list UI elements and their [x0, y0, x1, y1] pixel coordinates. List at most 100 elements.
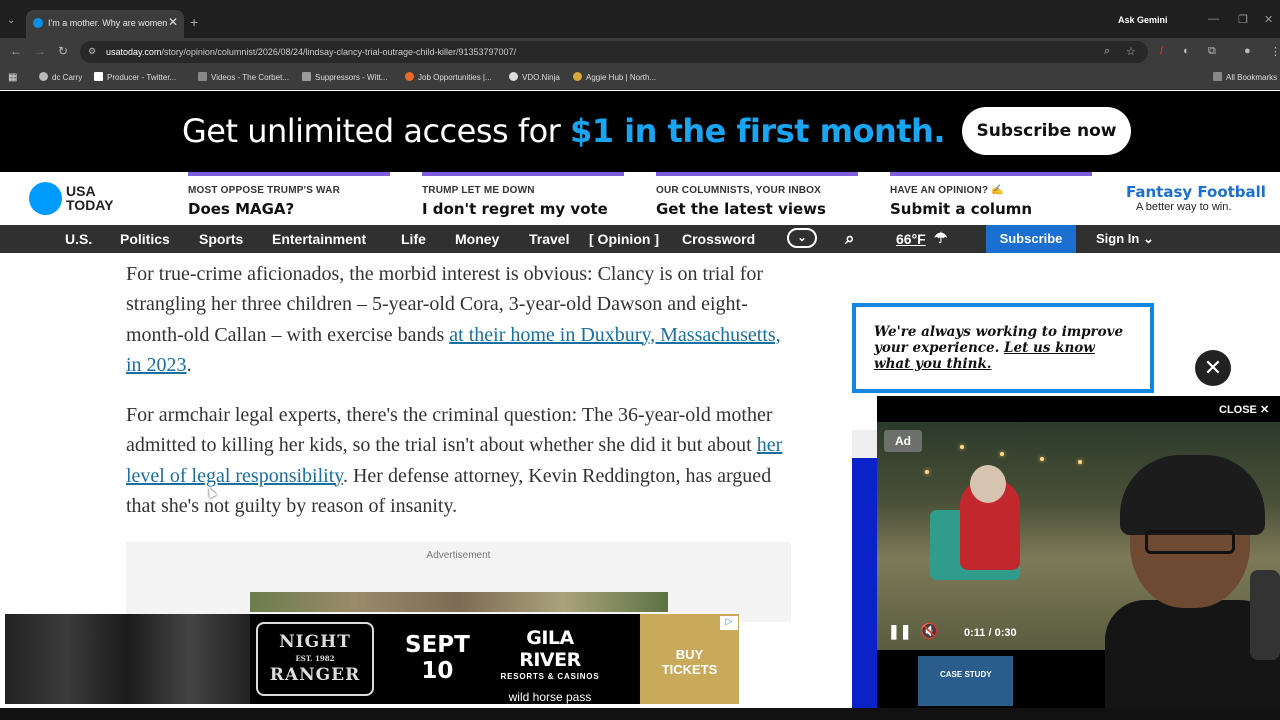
- string-light: [925, 470, 929, 474]
- case-study-label: CASE STUDY: [940, 670, 992, 679]
- new-tab-button[interactable]: +: [190, 14, 198, 30]
- folder-icon: [1213, 72, 1222, 81]
- string-light: [1040, 457, 1044, 461]
- promo-headline: Submit a column: [890, 200, 1033, 218]
- tab-search-icon[interactable]: ⌄: [7, 15, 15, 26]
- sign-in-button[interactable]: Sign In ⌄: [1096, 231, 1154, 247]
- tab-title: I'm a mother. Why are women: [48, 18, 168, 28]
- ad-image[interactable]: [250, 592, 668, 612]
- header-promo[interactable]: OUR COLUMNISTS, YOUR INBOX Get the lates…: [656, 172, 858, 218]
- article-paragraph: For armchair legal experts, there's the …: [126, 404, 783, 517]
- favicon-icon: [33, 18, 43, 28]
- subscribe-now-button[interactable]: Subscribe now: [962, 107, 1131, 155]
- bookmark-item[interactable]: Suppressors - Witt...: [302, 72, 387, 82]
- weather-temp[interactable]: 66°F: [896, 231, 926, 247]
- article-paragraph: For true-crime aficionados, the morbid i…: [126, 263, 781, 376]
- ninja-icon: [509, 72, 518, 81]
- rail-ad-edge: [852, 458, 880, 708]
- site-logo[interactable]: USA TODAY: [66, 184, 126, 212]
- promo-eyebrow: TRUMP LET ME DOWN: [422, 185, 535, 196]
- nav-item-crossword[interactable]: Crossword: [682, 231, 755, 247]
- promo-accent-bar: [188, 172, 390, 176]
- x-logo-icon: [94, 72, 103, 81]
- microphone-icon: [1250, 570, 1280, 660]
- ad-label: Advertisement: [426, 550, 491, 561]
- taskbar-edge: [0, 708, 1280, 720]
- suppressor-icon: [302, 72, 311, 81]
- header-promo[interactable]: MOST OPPOSE TRUMP'S WAR Does MAGA?: [188, 172, 390, 218]
- header-promo[interactable]: HAVE AN OPINION? ✍ Submit a column: [890, 172, 1092, 218]
- promo-accent-bar: [656, 172, 858, 176]
- video-person-head: [970, 465, 1006, 503]
- bookmark-item[interactable]: Videos - The Corbet...: [198, 72, 289, 82]
- all-bookmarks[interactable]: All Bookmarks: [1213, 72, 1277, 82]
- case-study-thumbnail[interactable]: [918, 656, 1013, 706]
- chevron-down-icon: ⌄: [1142, 231, 1154, 246]
- bookmark-item[interactable]: dc Carry: [39, 72, 82, 82]
- adchoices-icon[interactable]: ▷: [720, 616, 738, 630]
- nav-item-entertainment[interactable]: Entertainment: [272, 231, 366, 247]
- url-path: /story/opinion/columnist/2026/08/24/lind…: [161, 47, 517, 57]
- mute-icon[interactable]: 🔇: [920, 622, 939, 640]
- nav-item-opinion[interactable]: [ Opinion ]: [589, 231, 659, 247]
- header-promo[interactable]: TRUMP LET ME DOWN I don't regret my vote: [422, 172, 624, 218]
- forward-icon[interactable]: →: [34, 44, 46, 58]
- string-light: [1000, 452, 1004, 456]
- url-text[interactable]: usatoday.com/story/opinion/columnist/202…: [106, 47, 516, 57]
- tab-close-icon[interactable]: ✕: [168, 15, 178, 29]
- fantasy-football-link[interactable]: Fantasy Football: [1126, 183, 1266, 201]
- close-icon[interactable]: ✕: [1195, 350, 1231, 386]
- bookmark-item[interactable]: Aggie Hub | North...: [573, 72, 656, 82]
- extensions-icon[interactable]: ⧉: [1208, 45, 1216, 58]
- maximize-icon[interactable]: ❐: [1238, 13, 1248, 26]
- promo-eyebrow: MOST OPPOSE TRUMP'S WAR: [188, 185, 340, 196]
- bookmark-item[interactable]: VDO.Ninja: [509, 72, 560, 82]
- bookmark-star-icon[interactable]: ☆: [1126, 45, 1136, 58]
- promo-headline: Does MAGA?: [188, 200, 295, 218]
- pause-icon[interactable]: ❚❚: [888, 623, 911, 640]
- nav-item-life[interactable]: Life: [401, 231, 426, 247]
- browser-tab[interactable]: I'm a mother. Why are women ✕: [26, 10, 184, 38]
- url-domain: usatoday.com: [106, 47, 162, 57]
- extension-toggle-icon[interactable]: ◐: [1183, 45, 1190, 57]
- band-photo: [5, 614, 250, 704]
- profile-avatar-icon[interactable]: ●: [1244, 45, 1251, 57]
- promo-headline: Get the latest views: [656, 200, 826, 218]
- zoom-icon[interactable]: ⌕: [1104, 45, 1110, 58]
- nav-item-sports[interactable]: Sports: [199, 231, 243, 247]
- site-info-icon[interactable]: ⚙: [88, 46, 96, 57]
- aggie-icon: [573, 72, 582, 81]
- nav-item-politics[interactable]: Politics: [120, 231, 170, 247]
- apps-grid-icon[interactable]: ▦: [8, 72, 17, 83]
- inline-advertisement: Advertisement: [126, 542, 791, 622]
- promo-headline: I don't regret my vote: [422, 200, 608, 218]
- weather-icon: ☂: [934, 230, 948, 247]
- venue-logo: GILA RIVER RESORTS & CASINOS wild horse …: [500, 627, 600, 704]
- string-light: [1078, 460, 1082, 464]
- more-chevron-icon[interactable]: ⌄: [787, 228, 817, 248]
- nav-subscribe-button[interactable]: Subscribe: [986, 225, 1076, 253]
- bookmark-item[interactable]: Producer - Twitter...: [94, 72, 176, 82]
- window-close-icon[interactable]: ✕: [1264, 13, 1273, 26]
- night-ranger-logo: NIGHT EST. 1982 RANGER: [256, 622, 374, 696]
- minimize-icon[interactable]: —: [1208, 13, 1219, 25]
- browser-menu-icon[interactable]: ⋮: [1270, 45, 1280, 58]
- nav-item-travel[interactable]: Travel: [529, 231, 569, 247]
- bookmark-item[interactable]: Job Opportunities |...: [405, 72, 492, 82]
- back-icon[interactable]: ←: [10, 44, 22, 58]
- concert-date: SEPT 10: [405, 632, 470, 684]
- reload-icon[interactable]: ↻: [58, 44, 68, 58]
- search-icon[interactable]: ⌕: [845, 229, 855, 249]
- usa-today-logo-icon[interactable]: [29, 182, 62, 215]
- extension-pen-icon[interactable]: /: [1160, 45, 1163, 57]
- nav-item-us[interactable]: U.S.: [65, 231, 92, 247]
- fantasy-football-tagline: A better way to win.: [1136, 201, 1232, 213]
- rail-ad-edge: [852, 430, 880, 458]
- promo-eyebrow: HAVE AN OPINION? ✍: [890, 185, 1004, 196]
- nav-item-money[interactable]: Money: [455, 231, 499, 247]
- ask-gemini-button[interactable]: Ask Gemini: [1118, 15, 1168, 25]
- video-close-button[interactable]: CLOSE ✕: [1219, 403, 1269, 416]
- feedback-callout: We're always working to improve your exp…: [852, 303, 1154, 393]
- ad-badge: Ad: [884, 430, 922, 452]
- promo-accent-bar: [422, 172, 624, 176]
